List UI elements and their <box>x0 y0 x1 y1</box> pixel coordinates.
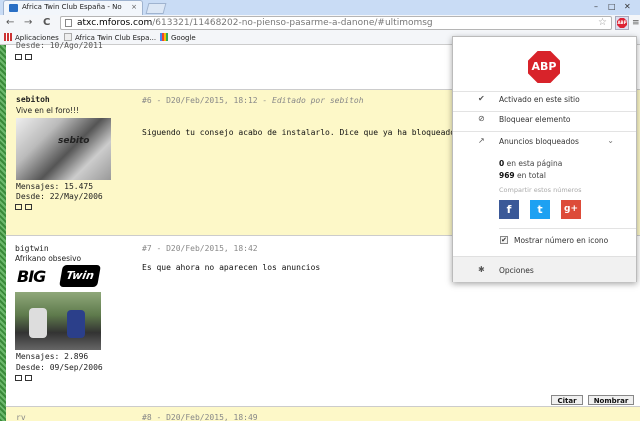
enabled-on-site-label: Activado en este sitio <box>499 95 580 104</box>
page-blocked-stat: 0 en esta página <box>499 159 562 168</box>
post-user-messages: Mensajes: 2.896 <box>16 352 89 361</box>
previous-post-icons <box>15 54 35 62</box>
page-blocked-label: en esta página <box>504 159 563 168</box>
chevron-down-icon[interactable]: ⌄ <box>607 136 614 145</box>
twitter-share-button[interactable]: t <box>530 200 550 219</box>
user-avatar-photo <box>15 292 101 350</box>
post-username[interactable]: bigtwin <box>15 244 49 253</box>
tab-title: Africa Twin Club España - No <box>22 3 122 11</box>
post-username[interactable]: sebitoh <box>16 95 50 104</box>
page-icon <box>64 33 72 41</box>
reload-button[interactable]: C <box>43 17 50 28</box>
blocked-ads-label: Anuncios bloqueados <box>499 137 579 146</box>
site-favicon-icon <box>9 4 18 12</box>
check-icon: ✔ <box>478 94 485 103</box>
previous-post-since: Desde: 10/Ago/2011 <box>16 41 103 50</box>
profile-icon[interactable] <box>15 204 22 210</box>
bookmark-google-label: Google <box>171 34 196 42</box>
message-icon[interactable] <box>25 54 32 60</box>
options-footer[interactable]: ✱ Opciones <box>453 256 636 282</box>
google-icon <box>160 33 168 41</box>
message-icon[interactable] <box>25 204 32 210</box>
post-user-tagline: Afrikano obsesivo <box>15 254 82 263</box>
motorbike-blue <box>67 310 85 338</box>
profile-icon[interactable] <box>15 54 22 60</box>
logo-big-text: BIG <box>17 267 46 286</box>
block-element-button[interactable]: ⊘ Bloquear elemento <box>453 113 636 127</box>
logo-twin-text: Twin <box>59 265 101 287</box>
post-8 <box>6 407 640 421</box>
popup-divider <box>453 131 636 132</box>
post-body: Siguendo tu consejo acabo de instalarlo.… <box>142 128 484 137</box>
total-blocked-label: en total <box>514 171 546 180</box>
post-user-tagline: Vive en el foro!!! <box>16 106 80 115</box>
total-blocked-stat: 969 en total <box>499 171 546 180</box>
options-label: Opciones <box>499 266 534 275</box>
share-numbers-label: Compartir estos números <box>499 186 582 194</box>
post-user-icons <box>15 375 35 383</box>
show-number-label: Mostrar número en icono <box>514 236 609 245</box>
apps-grid-icon <box>4 33 12 41</box>
motorbike-white <box>29 308 47 338</box>
chart-icon: ↗ <box>478 136 485 145</box>
forward-button[interactable]: → <box>24 17 32 28</box>
browser-menu-icon[interactable]: ≡ <box>632 18 640 28</box>
post-header: #6 - D20/Feb/2015, 18:12 - Editado por s… <box>142 96 364 105</box>
address-bar[interactable]: atxc.mforos.com/613321/11468202-no-piens… <box>60 16 612 30</box>
avatar-signature: sebito <box>58 136 90 146</box>
new-tab-button[interactable] <box>145 3 167 14</box>
url-path: /613321/11468202-no-pienso-pasarme-a-dan… <box>152 18 433 28</box>
post-user-since: Desde: 22/May/2006 <box>16 192 103 201</box>
post-body: Es que ahora no aparecen los anuncios <box>142 263 321 272</box>
url-host: atxc.mforos.com <box>77 18 153 28</box>
bigtwin-logo: BIG Twin <box>17 265 101 289</box>
minimize-button[interactable]: – <box>594 2 598 11</box>
maximize-button[interactable]: □ <box>608 2 616 11</box>
browser-toolbar: ← → C atxc.mforos.com/613321/11468202-no… <box>0 15 640 32</box>
total-blocked-count: 969 <box>499 171 515 180</box>
abp-popup: ABP ✔ Activado en este sitio ⊘ Bloquear … <box>452 36 637 282</box>
tab-strip: Africa Twin Club España - No × – □ ✕ <box>0 0 640 15</box>
name-button[interactable]: Nombrar <box>588 395 634 405</box>
popup-divider <box>499 228 636 229</box>
tab-close-icon[interactable]: × <box>131 3 137 11</box>
post-user-icons <box>15 204 35 212</box>
popup-divider <box>453 91 636 92</box>
profile-icon[interactable] <box>15 375 22 381</box>
enabled-on-site-toggle[interactable]: ✔ Activado en este sitio <box>453 93 636 107</box>
back-button[interactable]: ← <box>6 17 14 28</box>
bookmark-google[interactable]: Google <box>160 33 196 42</box>
abp-icon: ABP <box>617 18 627 28</box>
user-avatar: sebito <box>16 118 111 180</box>
blocked-ads-section[interactable]: ↗ Anuncios bloqueados ⌄ <box>453 135 636 149</box>
post-edited-note: - Editado por sebitoh <box>257 96 364 105</box>
popup-divider <box>453 111 636 112</box>
block-icon: ⊘ <box>478 114 485 123</box>
options-icon: ✱ <box>478 265 485 274</box>
abp-extension-button[interactable]: ABP <box>615 16 629 30</box>
browser-tab[interactable]: Africa Twin Club España - No × <box>3 0 143 15</box>
post-user-since: Desde: 09/Sep/2006 <box>16 363 103 372</box>
post-number-date: #7 - D20/Feb/2015, 18:42 <box>142 244 258 253</box>
quote-button[interactable]: Citar <box>551 395 583 405</box>
show-number-checkbox[interactable]: ✔ <box>500 236 508 244</box>
post-number-date: #6 - D20/Feb/2015, 18:12 <box>142 96 258 105</box>
abp-logo-icon: ABP <box>528 51 560 83</box>
post-user-messages: Mensajes: 15.475 <box>16 182 94 191</box>
block-element-label: Bloquear elemento <box>499 115 571 124</box>
bookmark-star-icon[interactable]: ☆ <box>598 17 607 28</box>
googleplus-share-button[interactable]: g+ <box>561 200 581 219</box>
close-window-button[interactable]: ✕ <box>624 2 631 11</box>
message-icon[interactable] <box>25 375 32 381</box>
page-icon <box>65 19 72 27</box>
facebook-share-button[interactable]: f <box>499 200 519 219</box>
url-text[interactable]: atxc.mforos.com/613321/11468202-no-piens… <box>77 18 433 28</box>
